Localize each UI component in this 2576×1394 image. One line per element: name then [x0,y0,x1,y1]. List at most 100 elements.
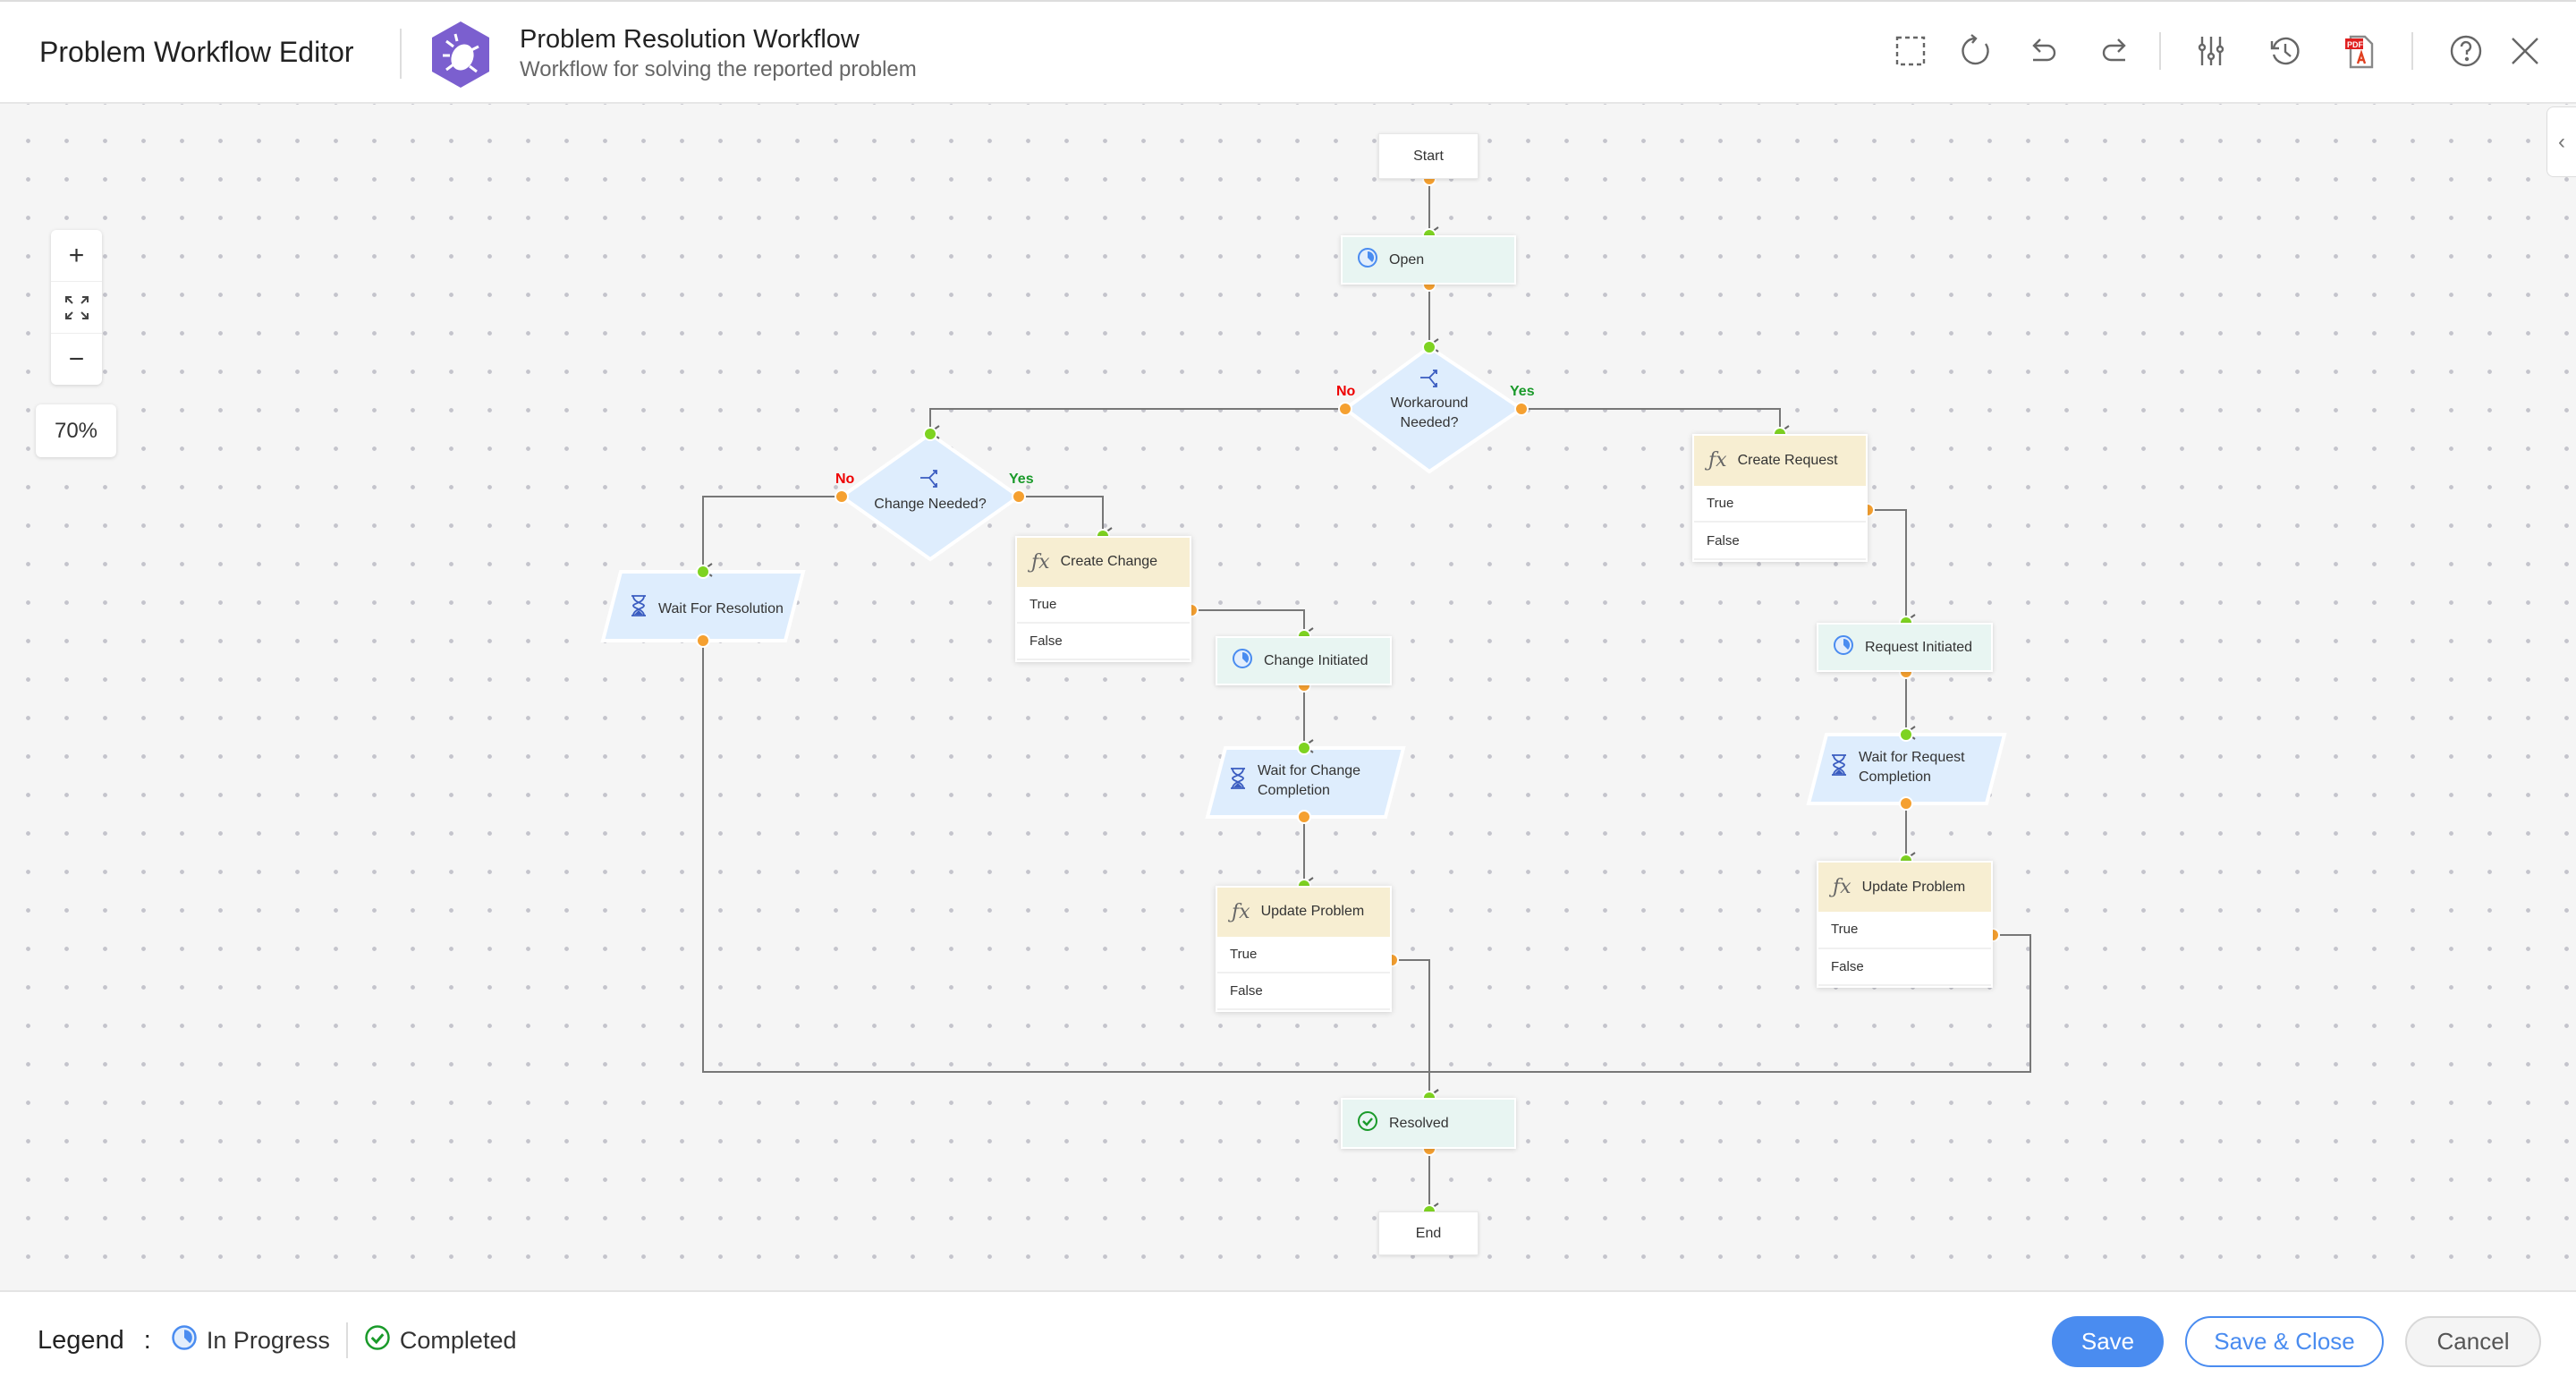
function-icon: ƒx [1708,449,1727,472]
legend-item-completed: Completed [364,1324,517,1357]
collapse-panel-button[interactable]: ‹ [2546,106,2576,177]
workflow-title: Problem Resolution Workflow [520,25,860,54]
status-node-request-initiated[interactable]: Request Initiated [1817,623,1993,672]
true-branch: True [1017,587,1190,624]
branch-yes-label: Yes [1510,384,1535,399]
hourglass-icon [1229,767,1247,796]
help-button[interactable] [2445,30,2487,72]
branch-no-label: No [1336,384,1356,399]
zoom-in-button[interactable]: + [51,230,102,282]
function-node-create-request[interactable]: ƒx Create Request True False [1692,434,1868,562]
select-area-button[interactable] [1890,30,1931,72]
status-node-open[interactable]: Open [1341,235,1516,285]
decision-label[interactable]: Change Needed? [859,495,1002,514]
in-progress-icon [171,1324,198,1357]
undo-icon [2032,38,2056,62]
decision-icon [1420,370,1437,387]
node-label: End [1415,1225,1442,1241]
redo-icon [2102,38,2126,62]
branch-no-label: No [835,472,855,487]
false-branch: False [1694,523,1866,560]
zoom-out-button[interactable]: − [51,334,102,385]
hourglass-icon [1830,753,1848,783]
workflow-canvas[interactable] [0,104,2576,1290]
node-label: Start [1413,148,1444,164]
close-icon [2512,38,2538,64]
legend-colon: : [143,1325,151,1355]
fit-screen-button[interactable] [51,282,102,334]
hourglass-icon [630,594,648,624]
wait-node-change[interactable]: Wait for Change Completion [1229,761,1372,801]
legend-label: Legend [38,1325,124,1355]
redo-button[interactable] [2094,30,2135,72]
history-button[interactable] [2265,30,2306,72]
node-label: Create Change [1060,554,1158,570]
legend-item-in-progress: In Progress [171,1324,330,1357]
function-node-update-problem[interactable]: ƒx Update Problem True False [1817,861,1993,988]
divider [2159,32,2161,70]
help-icon [2450,35,2482,67]
wait-node-resolution[interactable]: Wait For Resolution [630,594,784,624]
true-branch: True [1217,937,1390,973]
cancel-button[interactable]: Cancel [2405,1316,2541,1367]
completed-check-icon [364,1324,391,1357]
legend: Legend : In Progress Completed [38,1322,516,1358]
chevron-left-icon: ‹ [2558,129,2565,154]
in-progress-icon [1357,247,1378,273]
legend-item-label: Completed [399,1326,517,1354]
node-label: Request Initiated [1865,639,1973,655]
workflow-subtitle: Workflow for solving the reported proble… [520,57,917,81]
bug-hexagon-icon [432,21,489,88]
pdf-export-icon: PDF [2345,35,2374,69]
node-label: Create Request [1737,452,1838,468]
wait-node-request[interactable]: Wait for Request Completion [1830,748,1982,787]
legend-item-label: In Progress [206,1326,330,1354]
divider [345,1322,348,1358]
undo-button[interactable] [2023,30,2064,72]
function-icon: ƒx [1232,900,1250,923]
app-title: Problem Workflow Editor [39,36,354,68]
header: Problem Workflow Editor Problem Resoluti… [0,0,2576,104]
false-branch: False [1818,949,1991,986]
status-node-change-initiated[interactable]: Change Initiated [1216,636,1392,685]
divider [400,29,402,79]
completed-check-icon [1357,1110,1378,1136]
fit-screen-icon [64,295,89,319]
function-icon: ƒx [1031,550,1050,574]
node-label: Resolved [1389,1115,1449,1131]
zoom-controls: + − [51,230,102,385]
node-label: Update Problem [1861,879,1966,895]
settings-button[interactable] [2190,30,2232,72]
function-node-update-problem[interactable]: ƒx Update Problem True False [1216,886,1392,1012]
history-icon [2270,37,2300,65]
function-icon: ƒx [1833,876,1852,899]
pdf-export-button[interactable]: PDF [2339,30,2380,72]
status-node-resolved[interactable]: Resolved [1341,1098,1516,1149]
function-node-create-change[interactable]: ƒx Create Change True False [1015,536,1191,662]
save-button[interactable]: Save [2052,1316,2164,1367]
node-label: Open [1389,251,1425,268]
end-node[interactable]: End [1378,1211,1479,1255]
decision-icon [920,470,937,488]
node-label: Change Initiated [1264,652,1368,668]
select-area-icon [1895,36,1926,66]
start-node[interactable]: Start [1378,133,1479,179]
node-label: Update Problem [1260,904,1365,920]
settings-sliders-icon [2198,37,2224,65]
close-button[interactable] [2504,30,2546,72]
zoom-level: 70% [36,404,116,457]
branch-yes-label: Yes [1009,472,1034,487]
svg-text:PDF: PDF [2347,40,2364,49]
node-label: Wait for Request Completion [1859,750,1965,785]
refresh-button[interactable] [1956,30,1997,72]
false-branch: False [1017,624,1190,661]
node-label: Wait for Change Completion [1258,763,1361,798]
true-branch: True [1694,486,1866,523]
true-branch: True [1818,912,1991,949]
node-label: Wait For Resolution [658,600,784,616]
decision-label[interactable]: Workaround Needed? [1367,394,1492,433]
in-progress-icon [1833,634,1854,660]
divider [2411,32,2413,70]
save-close-button[interactable]: Save & Close [2185,1316,2384,1367]
refresh-icon [1962,34,1989,65]
